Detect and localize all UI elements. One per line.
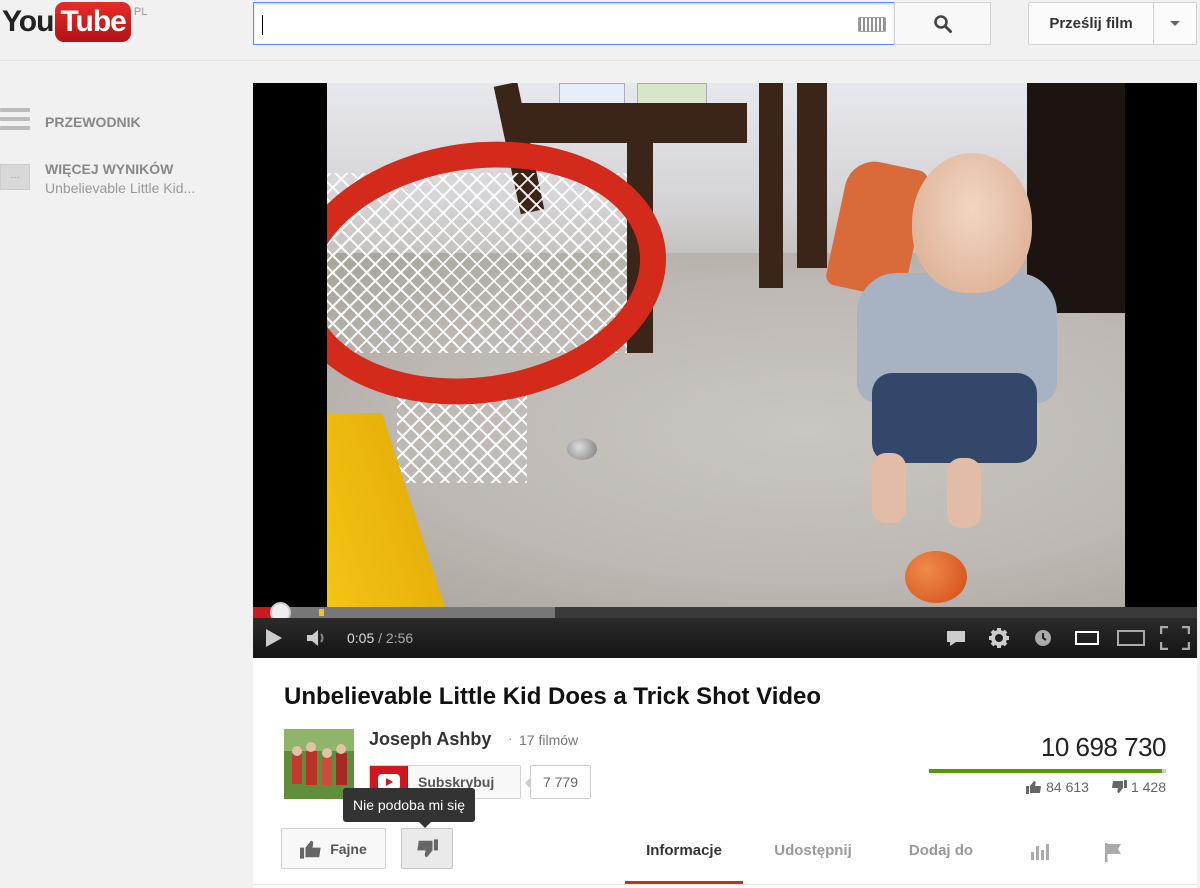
duration: 2:56 <box>385 630 414 646</box>
progress-buffered <box>253 607 556 618</box>
divider <box>253 884 1197 885</box>
watch-later-icon <box>1035 630 1051 646</box>
subscriber-count: 7 779 <box>525 765 591 799</box>
large-player-button[interactable] <box>1109 618 1153 658</box>
captions-button[interactable] <box>935 618 977 658</box>
settings-icon <box>989 628 1009 648</box>
upload-menu-button[interactable] <box>1153 2 1197 45</box>
text-cursor <box>262 15 263 35</box>
thumbs-down-icon <box>1111 780 1127 793</box>
settings-button[interactable] <box>977 618 1021 658</box>
tab-statistics[interactable] <box>999 828 1081 884</box>
search-icon <box>933 14 952 33</box>
channel-videos-link[interactable]: 17 filmów <box>519 732 578 748</box>
video-frame[interactable] <box>327 83 1125 607</box>
upload-button[interactable]: Prześlij film <box>1028 2 1154 45</box>
flag-icon <box>1105 843 1121 862</box>
volume-icon <box>307 630 324 646</box>
more-results-icon: ··· <box>0 164 30 190</box>
chevron-down-icon <box>1170 21 1180 26</box>
play-button[interactable] <box>253 618 295 658</box>
current-time: 0:05 <box>347 630 375 646</box>
small-player-icon <box>1075 631 1099 645</box>
large-player-icon <box>1117 630 1145 646</box>
stats-icon <box>1031 844 1049 860</box>
action-tabs: Informacje Udostępnij Dodaj do <box>625 828 1145 884</box>
dislike-button[interactable] <box>401 828 453 869</box>
guide-item-label: PRZEWODNIK <box>45 114 141 130</box>
progress-marker <box>319 609 324 616</box>
tab-informacje[interactable]: Informacje <box>625 828 743 884</box>
masthead: You Tube PL Prześlij film <box>0 0 1200 61</box>
tab-report[interactable] <box>1081 828 1145 884</box>
time-display: 0:05 / 2:56 <box>347 630 413 646</box>
like-ratio-bar <box>929 769 1166 773</box>
guide-menu-icon <box>0 106 30 132</box>
like-count: 84 613 <box>1046 779 1089 795</box>
view-count: 10 698 730 <box>1040 732 1167 762</box>
progress-bar[interactable] <box>253 602 1197 623</box>
video-title: Unbelievable Little Kid Does a Trick Sho… <box>284 683 822 710</box>
tab-dodaj-do[interactable]: Dodaj do <box>883 828 999 884</box>
player-controls: 0:05 / 2:56 <box>253 618 1197 658</box>
like-stats: 84 613 1 428 <box>1004 779 1166 795</box>
thumbs-up-icon <box>300 840 321 859</box>
logo-tube: Tube <box>55 2 131 42</box>
logo-region: PL <box>133 6 148 18</box>
channel-name[interactable]: Joseph Ashby <box>369 729 491 750</box>
search-input[interactable] <box>253 2 895 45</box>
dislike-count: 1 428 <box>1130 779 1166 795</box>
play-icon <box>266 629 282 647</box>
keyboard-icon[interactable] <box>858 17 886 32</box>
video-info-panel: Unbelievable Little Kid Does a Trick Sho… <box>253 658 1197 888</box>
guide-item-label: WIĘCEJ WYNIKÓW <box>45 161 174 177</box>
youtube-logo[interactable]: You Tube PL <box>2 2 147 42</box>
volume-button[interactable] <box>295 618 339 658</box>
small-player-button[interactable] <box>1065 618 1109 658</box>
tab-udostepnij[interactable]: Udostępnij <box>743 828 883 884</box>
search-button[interactable] <box>894 2 991 45</box>
thumbs-up-icon <box>1026 781 1042 794</box>
dislike-tooltip: Nie podoba mi się <box>343 788 476 828</box>
like-label: Fajne <box>330 840 367 857</box>
video-player[interactable]: 0:05 / 2:56 <box>253 83 1197 658</box>
guide-item-sublabel: Unbelievable Little Kid... <box>45 180 196 196</box>
thumbs-down-icon <box>417 838 438 857</box>
like-button[interactable]: Fajne <box>281 828 386 869</box>
guide-item-more-results[interactable]: ··· WIĘCEJ WYNIKÓW Unbelievable Little K… <box>0 161 195 196</box>
guide-item-przewodnik[interactable]: PRZEWODNIK <box>0 106 141 132</box>
captions-icon <box>947 631 965 646</box>
watch-later-button[interactable] <box>1021 618 1065 658</box>
channel-separator: · <box>508 730 513 746</box>
fullscreen-icon <box>1160 626 1190 650</box>
fullscreen-button[interactable] <box>1153 618 1197 658</box>
logo-you: You <box>2 5 54 38</box>
time-separator: / <box>374 630 386 646</box>
